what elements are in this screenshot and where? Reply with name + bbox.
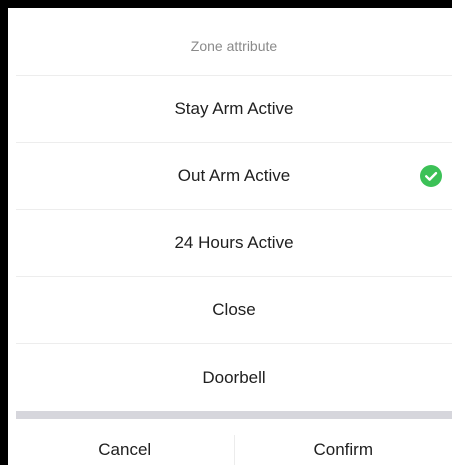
option-list: Stay Arm Active Out Arm Active 24 Hours … [16,76,452,411]
check-circle-icon [420,165,442,187]
option-stay-arm-active[interactable]: Stay Arm Active [16,76,452,143]
section-separator [16,411,452,419]
zone-attribute-dialog: Zone attribute Stay Arm Active Out Arm A… [16,16,452,465]
option-label: Doorbell [202,367,266,387]
confirm-button[interactable]: Confirm [235,419,452,465]
screen-frame: Zone attribute Stay Arm Active Out Arm A… [0,0,452,465]
option-doorbell[interactable]: Doorbell [16,344,452,411]
option-close[interactable]: Close [16,277,452,344]
dialog-title: Zone attribute [16,16,452,76]
option-out-arm-active[interactable]: Out Arm Active [16,143,452,210]
cancel-button[interactable]: Cancel [16,419,234,465]
option-label: Out Arm Active [177,166,291,185]
dialog-actions: Cancel Confirm [16,419,452,465]
check-circle-icon-graphic [420,165,442,187]
option-label: Stay Arm Active [174,99,294,118]
option-label: 24 Hours Active [174,233,294,252]
option-24-hours-active[interactable]: 24 Hours Active [16,210,452,277]
option-label: Close [212,300,256,319]
